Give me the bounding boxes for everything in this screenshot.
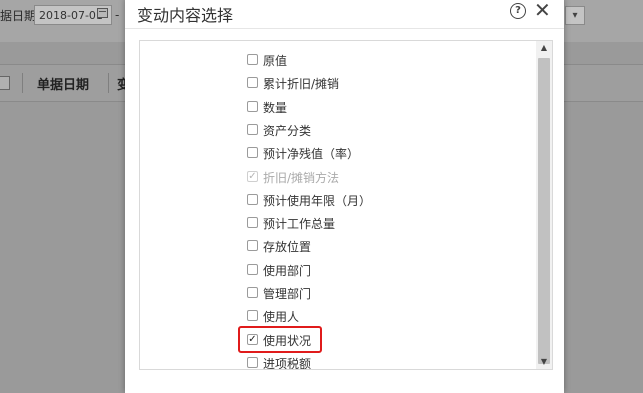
option-label: 使用状况 [263,333,312,348]
option-label: 预计工作总量 [263,217,336,232]
column-divider [108,73,109,93]
checkbox[interactable] [247,240,258,252]
checkbox[interactable] [247,54,258,65]
checkbox[interactable] [247,356,258,368]
checkbox[interactable] [247,310,258,322]
scrollbar[interactable]: ▲ ▼ [536,41,552,369]
close-icon[interactable]: ✕ [534,0,551,21]
help-icon[interactable]: ? [510,3,526,19]
checkbox-checked: ✓ [247,170,258,182]
checkbox[interactable] [247,100,258,112]
change-content-dialog: 变动内容选择 ? ✕ 原值累计折旧/摊销 数量资产分类预计净残值（率） ✓ 折旧/摊销… [125,0,564,393]
column-header-date[interactable]: 单据日期 [37,74,89,93]
scroll-thumb[interactable] [538,58,550,364]
date-range-separator: - [115,8,120,22]
select-all-checkbox[interactable] [0,76,10,90]
checkbox-checked[interactable]: ✓ [247,333,258,345]
checkbox[interactable] [247,217,258,229]
scroll-up-arrow-icon[interactable]: ▲ [536,41,552,55]
option-label: 使用人 [263,310,300,325]
dialog-header: 变动内容选择 ? ✕ [125,0,564,29]
option-label: 预计净残值（率） [263,147,360,162]
checkbox[interactable] [247,193,258,205]
checkbox[interactable] [247,287,258,298]
calendar-icon[interactable] [97,8,108,18]
column-divider [22,73,23,93]
option-label: 存放位置 [263,240,312,255]
option-label: 累计折旧/摊销 [263,77,340,92]
option-label: 折旧/摊销方法 [263,170,340,185]
option-label: 数量 [263,100,288,115]
option-label: 管理部门 [263,287,312,301]
checkbox[interactable] [247,263,258,275]
option-label: 使用部门 [263,263,312,278]
date-filter-label: 据日期 [0,9,37,23]
checkbox[interactable] [247,147,258,159]
checkbox[interactable] [247,123,258,135]
option-label: 原值 [263,54,288,68]
chevron-down-icon[interactable]: ▾ [565,6,585,25]
option-list: 原值累计折旧/摊销 数量资产分类预计净残值（率） ✓ 折旧/摊销方法预计使用年限（月）… [139,40,553,370]
option-label: 资产分类 [263,123,312,138]
scroll-down-arrow-icon[interactable]: ▼ [536,355,552,369]
option-label: 预计使用年限（月） [263,193,372,208]
checkbox[interactable] [247,77,258,89]
dialog-title: 变动内容选择 [137,6,234,25]
option-label: 进项税额 [263,356,312,370]
